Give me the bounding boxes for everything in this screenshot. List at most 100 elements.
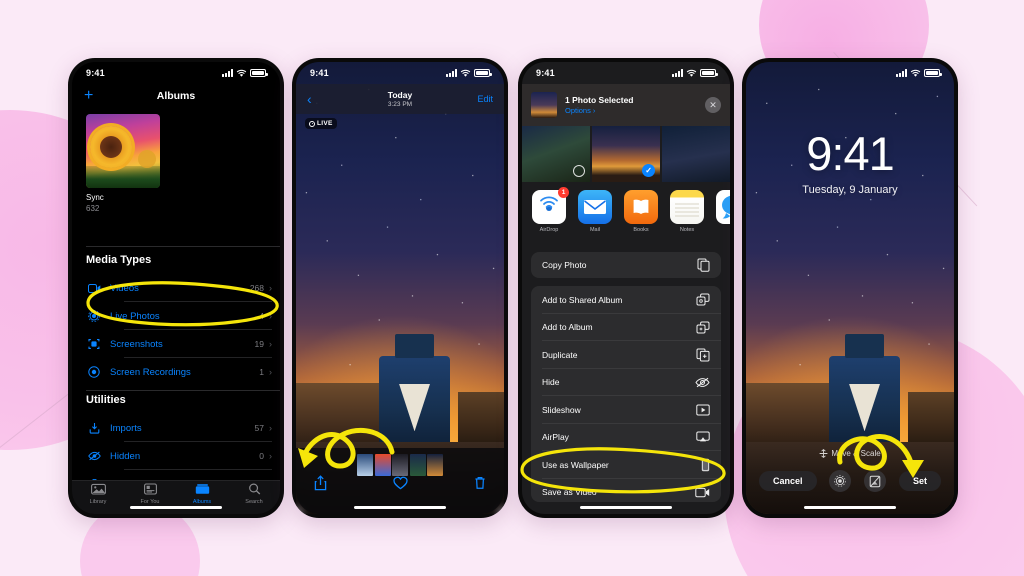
row-count: 4 <box>259 311 264 321</box>
share-app-messages[interactable] <box>716 190 730 246</box>
album-card-sync[interactable]: Sync 632 <box>86 114 160 213</box>
live-photo-badge[interactable]: LIVE <box>305 118 337 129</box>
status-indicators <box>672 69 718 78</box>
filmstrip-thumb[interactable] <box>357 454 373 476</box>
action-airplay[interactable]: AirPlay <box>531 424 721 452</box>
row-screen-recordings[interactable]: Screen Recordings 1 › <box>86 358 272 386</box>
set-button[interactable]: Set <box>898 471 941 491</box>
photo-title-block: Today 3:23 PM <box>296 90 504 108</box>
share-app-notes[interactable]: Notes <box>670 190 704 246</box>
action-add-to-shared-album[interactable]: Add to Shared Album <box>531 286 721 314</box>
share-app-airdrop[interactable]: 1 AirDrop <box>532 187 569 246</box>
tab-albums[interactable]: Albums <box>176 483 228 505</box>
filmstrip-thumb[interactable] <box>392 454 408 476</box>
tab-label: Albums <box>192 498 212 505</box>
row-hidden[interactable]: Hidden 0 › <box>86 442 272 470</box>
share-app-mail[interactable]: Mail <box>578 190 612 246</box>
action-save-as-video[interactable]: Save as Video <box>531 479 721 503</box>
action-use-as-wallpaper[interactable]: Use as Wallpaper <box>531 451 721 479</box>
action-label: Slideshow <box>542 404 581 415</box>
album-name: Sync <box>86 193 104 202</box>
action-add-to-album[interactable]: Add to Album <box>531 314 721 342</box>
select-circle-icon[interactable] <box>573 165 586 177</box>
photo-filmstrip[interactable] <box>357 454 443 476</box>
share-icon[interactable] <box>314 475 327 496</box>
grid-photo[interactable] <box>522 126 591 182</box>
share-app-books[interactable]: Books <box>624 190 658 246</box>
grid-photo[interactable] <box>661 126 730 182</box>
thumb-flower-small <box>138 150 156 168</box>
tab-search[interactable]: Search <box>228 482 280 505</box>
trash-icon[interactable] <box>474 476 486 495</box>
battery-icon <box>474 69 492 77</box>
edit-button[interactable]: Edit <box>477 94 493 104</box>
wallpaper-icon <box>701 458 710 472</box>
wifi-icon <box>460 69 471 77</box>
chevron-right-icon: › <box>269 311 272 321</box>
photo-navbar: ‹ Today 3:23 PM Edit <box>296 84 504 114</box>
row-screenshots[interactable]: Screenshots 19 › <box>86 330 272 358</box>
row-label: Videos <box>110 282 139 294</box>
signal-icon <box>446 69 457 77</box>
row-label: Screenshots <box>110 338 163 350</box>
signal-icon <box>222 69 233 77</box>
action-slideshow[interactable]: Slideshow <box>531 396 721 424</box>
filmstrip-thumb[interactable] <box>409 454 426 476</box>
row-videos[interactable]: Videos 268 › <box>86 274 272 302</box>
filmstrip-thumb[interactable] <box>427 454 443 476</box>
checkmark-icon[interactable]: ✓ <box>642 164 656 177</box>
cancel-button[interactable]: Cancel <box>759 471 817 491</box>
signal-icon <box>896 69 907 77</box>
heart-icon[interactable] <box>393 476 408 495</box>
options-link[interactable]: Options › <box>565 106 634 115</box>
depth-effect-button[interactable] <box>864 470 887 492</box>
status-time: 9:41 <box>310 68 329 78</box>
share-app-label: Notes <box>679 227 695 233</box>
battery-icon <box>924 69 942 77</box>
phone-share-sheet: 9:41 1 Photo Selected Options › ✕ ✓ 1 Ai… <box>518 58 734 518</box>
chevron-right-icon: › <box>269 367 272 377</box>
filmstrip-thumb[interactable] <box>374 454 391 476</box>
action-copy-photo[interactable]: Copy Photo <box>531 252 721 278</box>
close-icon[interactable]: ✕ <box>705 97 721 113</box>
section-divider <box>86 390 280 391</box>
live-badge-label: LIVE <box>317 120 333 127</box>
signal-icon <box>672 69 683 77</box>
battery-icon <box>700 69 718 77</box>
tab-library[interactable]: Library <box>72 483 124 505</box>
live-photo-toggle-button[interactable] <box>829 470 852 492</box>
row-label: Screen Recordings <box>110 366 191 378</box>
lock-screen-date: Tuesday, 9 January <box>802 184 898 196</box>
shared-album-icon <box>696 293 710 306</box>
row-imports[interactable]: Imports 57 › <box>86 414 272 442</box>
row-label: Imports <box>110 422 142 434</box>
locomotive <box>829 333 900 456</box>
tab-for-you[interactable]: For You <box>124 482 176 505</box>
share-app-label: AirDrop <box>539 227 559 233</box>
action-duplicate[interactable]: Duplicate <box>531 341 721 369</box>
albums-icon <box>176 483 228 497</box>
row-live-photos[interactable]: Live Photos 4 › <box>86 302 272 330</box>
locomotive <box>379 333 450 456</box>
thumb-sunflower <box>90 126 132 168</box>
share-sheet-header: 1 Photo Selected Options › ✕ <box>522 84 730 126</box>
albums-navbar: + Albums <box>72 84 280 108</box>
chevron-right-icon: › <box>269 423 272 433</box>
duplicate-icon <box>696 348 710 362</box>
status-indicators <box>896 69 942 78</box>
row-label: Live Photos <box>110 310 160 322</box>
album-count: 632 <box>86 204 100 213</box>
search-icon <box>228 482 280 497</box>
screen-albums: 9:41 + Albums Sync 632 Media Types Video… <box>72 62 280 514</box>
action-hide[interactable]: Hide <box>531 369 721 397</box>
status-time: 9:41 <box>86 68 105 78</box>
move-and-scale-hint: Move & Scale <box>746 449 954 458</box>
photo-time: 3:23 PM <box>387 101 413 108</box>
tab-label: Library <box>89 498 107 505</box>
grid-photo-selected[interactable]: ✓ <box>591 126 661 182</box>
selected-photo-thumbnail <box>531 92 557 118</box>
row-count: 268 <box>249 283 264 293</box>
import-icon <box>86 422 102 434</box>
phone-albums: 9:41 + Albums Sync 632 Media Types Video… <box>68 58 284 518</box>
action-label: Save as Video <box>542 487 597 498</box>
